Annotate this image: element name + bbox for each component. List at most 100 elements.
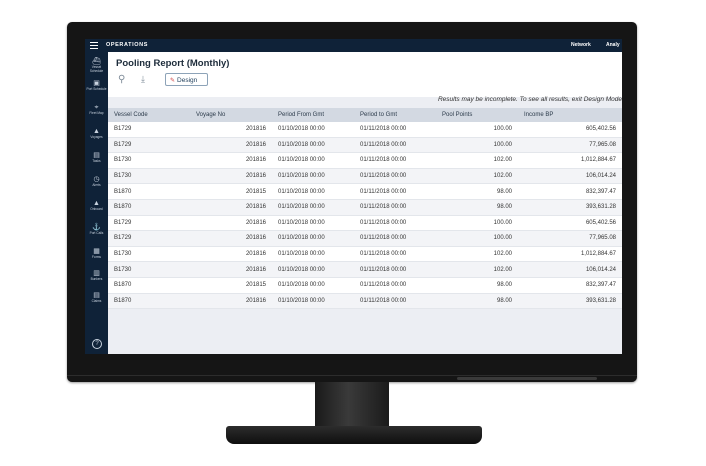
income-bp-cell: 106,014.24 — [518, 261, 622, 278]
income-bp-cell: 1,012,884.67 — [518, 246, 622, 263]
screen: OPERATIONS Network Analy ⛴ Vessel Schedu… — [85, 39, 622, 354]
vessel-code-cell: B1870 — [108, 183, 190, 200]
sidebar-item-label: Bunkers — [90, 277, 103, 281]
table-header-row: Vessel Code Voyage No Period From Gmt Pe… — [108, 108, 622, 122]
sidebar-item-label: Forms — [91, 255, 102, 259]
pool-points-cell: 100.00 — [436, 137, 518, 154]
voyage-no-cell: 201816 — [190, 215, 272, 232]
table-row[interactable]: B1729 201816 01/10/2018 00:00 01/11/2018 00… — [108, 137, 622, 154]
monitor-vent — [457, 377, 597, 380]
voyage-no-cell: 201816 — [190, 122, 272, 138]
voyage-no-cell: 201815 — [190, 183, 272, 200]
top-nav-analytics[interactable]: Analy — [606, 42, 620, 48]
period-from-cell: 01/10/2018 00:00 — [272, 261, 354, 278]
incomplete-results-message: Results may be incomplete. To see all re… — [437, 96, 622, 103]
table-row[interactable]: B1870 201816 01/10/2018 00:00 01/11/2018 00… — [108, 199, 622, 216]
design-button[interactable]: ✎ Design — [165, 73, 208, 86]
design-button-label: Design — [177, 77, 198, 84]
period-to-cell: 01/11/2018 00:00 — [354, 152, 436, 169]
column-header[interactable]: Voyage No — [190, 108, 272, 122]
menu-icon[interactable] — [90, 42, 98, 49]
vessel-code-cell: B1729 — [108, 230, 190, 247]
column-header[interactable]: Pool Points — [436, 108, 518, 122]
pool-points-cell: 100.00 — [436, 230, 518, 247]
top-bar: OPERATIONS Network Analy — [85, 39, 622, 52]
voyage-no-cell: 201816 — [190, 199, 272, 216]
period-to-cell: 01/11/2018 00:00 — [354, 137, 436, 154]
search-icon[interactable]: ⚲ — [118, 74, 125, 85]
table-row[interactable]: B1870 201816 01/10/2018 00:00 01/11/2018 00… — [108, 293, 622, 310]
voyage-no-cell: 201816 — [190, 293, 272, 310]
period-to-cell: 01/11/2018 00:00 — [354, 277, 436, 294]
period-to-cell: 01/11/2018 00:00 — [354, 230, 436, 247]
column-header[interactable]: Vessel Code — [108, 108, 190, 122]
voyage-no-cell: 201815 — [190, 277, 272, 294]
pool-points-cell: 102.00 — [436, 246, 518, 263]
table-row[interactable]: B1729 201816 01/10/2018 00:00 01/11/2018 00… — [108, 215, 622, 232]
sidebar-item-tasks[interactable]: ▤ Tasks — [85, 152, 108, 164]
sidebar-item-alerts[interactable]: ◷ Alerts — [85, 176, 108, 188]
vessel-code-cell: B1729 — [108, 137, 190, 154]
period-from-cell: 01/10/2018 00:00 — [272, 215, 354, 232]
vessel-code-cell: B1730 — [108, 261, 190, 278]
period-to-cell: 01/11/2018 00:00 — [354, 199, 436, 216]
sidebar-item-label: Fleet Map — [89, 111, 104, 115]
pool-points-cell: 102.00 — [436, 168, 518, 185]
sidebar-item-fleet-map[interactable]: ⌖ Fleet Map — [85, 104, 108, 116]
income-bp-cell: 106,014.24 — [518, 168, 622, 185]
sidebar-item-forms[interactable]: ▦ Forms — [85, 248, 108, 260]
period-to-cell: 01/11/2018 00:00 — [354, 261, 436, 278]
pool-points-cell: 102.00 — [436, 261, 518, 278]
vessel-code-cell: B1870 — [108, 293, 190, 310]
pool-points-cell: 100.00 — [436, 122, 518, 138]
table-row[interactable]: B1729 201816 01/10/2018 00:00 01/11/2018 00… — [108, 122, 622, 138]
sidebar: ⛴ Vessel Schedule ▣ Port Schedule ⌖ Flee… — [85, 52, 108, 354]
column-header[interactable]: Income BP — [518, 108, 622, 122]
vessel-code-cell: B1729 — [108, 215, 190, 232]
pool-points-cell: 98.00 — [436, 277, 518, 294]
period-from-cell: 01/10/2018 00:00 — [272, 122, 354, 138]
app-title: OPERATIONS — [106, 42, 148, 48]
monitor-stand-base — [226, 426, 482, 444]
sidebar-item-label: Alerts — [92, 183, 101, 187]
voyage-no-cell: 201816 — [190, 168, 272, 185]
sidebar-item-voyages[interactable]: ▲ Voyages — [85, 128, 108, 140]
sidebar-item-port-schedule[interactable]: ▣ Port Schedule — [85, 80, 108, 92]
table-row[interactable]: B1730 201816 01/10/2018 00:00 01/11/2018 00… — [108, 261, 622, 278]
sidebar-item-port-calls[interactable]: ⚓ Port Calls — [85, 224, 108, 236]
download-icon[interactable]: ⤓ — [141, 74, 145, 85]
column-header[interactable]: Period to Gmt — [354, 108, 436, 122]
table-row[interactable]: B1730 201816 01/10/2018 00:00 01/11/2018 00… — [108, 168, 622, 185]
column-header[interactable]: Period From Gmt — [272, 108, 354, 122]
table-row[interactable]: B1870 201815 01/10/2018 00:00 01/11/2018 00… — [108, 277, 622, 294]
period-from-cell: 01/10/2018 00:00 — [272, 183, 354, 200]
income-bp-cell: 77,965.08 — [518, 230, 622, 247]
vessel-code-cell: B1870 — [108, 199, 190, 216]
pencil-icon: ✎ — [170, 78, 176, 84]
help-icon[interactable]: ? — [92, 339, 102, 349]
sidebar-item-claims[interactable]: ▤ Claims — [85, 292, 108, 304]
period-from-cell: 01/10/2018 00:00 — [272, 168, 354, 185]
period-to-cell: 01/11/2018 00:00 — [354, 215, 436, 232]
table-row[interactable]: B1730 201816 01/10/2018 00:00 01/11/2018 00… — [108, 152, 622, 169]
vessel-code-cell: B1729 — [108, 122, 190, 138]
monitor-stand-neck — [315, 382, 389, 428]
sidebar-item-bunkers[interactable]: ▥ Bunkers — [85, 270, 108, 282]
period-from-cell: 01/10/2018 00:00 — [272, 230, 354, 247]
sidebar-item-label: Vessel Schedule — [89, 65, 104, 73]
pool-points-cell: 98.00 — [436, 183, 518, 200]
period-to-cell: 01/11/2018 00:00 — [354, 168, 436, 185]
period-to-cell: 01/11/2018 00:00 — [354, 246, 436, 263]
vessel-code-cell: B1870 — [108, 277, 190, 294]
period-from-cell: 01/10/2018 00:00 — [272, 293, 354, 310]
pool-points-cell: 100.00 — [436, 215, 518, 232]
top-nav-network[interactable]: Network — [571, 42, 591, 48]
vessel-code-cell: B1730 — [108, 168, 190, 185]
sidebar-item-vessel-schedule[interactable]: ⛴ Vessel Schedule — [85, 58, 108, 73]
table-row[interactable]: B1870 201815 01/10/2018 00:00 01/11/2018 00… — [108, 183, 622, 200]
sidebar-item-onboard[interactable]: ▲ Onboard — [85, 200, 108, 212]
table-row[interactable]: B1730 201816 01/10/2018 00:00 01/11/2018 00… — [108, 246, 622, 263]
table-row[interactable]: B1729 201816 01/10/2018 00:00 01/11/2018 00… — [108, 230, 622, 247]
table-body: B1729 201816 01/10/2018 00:00 01/11/2018 00… — [108, 122, 622, 310]
period-from-cell: 01/10/2018 00:00 — [272, 199, 354, 216]
